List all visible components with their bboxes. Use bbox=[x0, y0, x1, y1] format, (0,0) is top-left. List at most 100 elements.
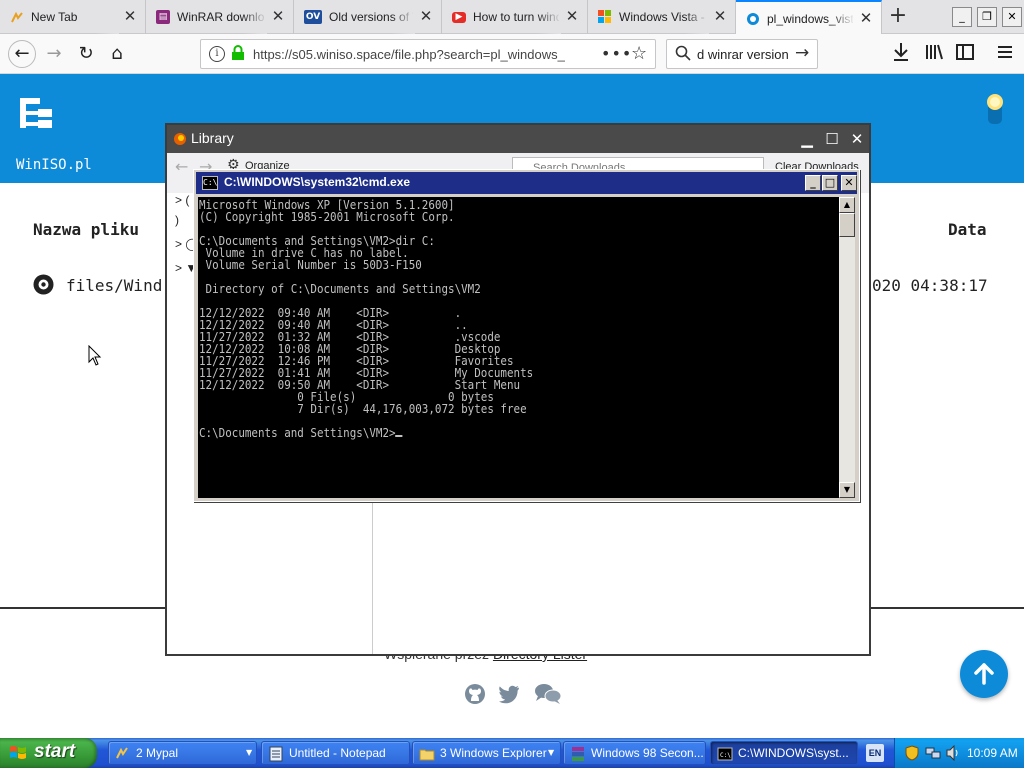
youtube-icon: ▶ bbox=[452, 11, 466, 23]
cmd-title-bar[interactable]: C:\ C:\WINDOWS\system32\cmd.exe _ □ ✕ bbox=[196, 172, 857, 194]
console-line: 7 Dir(s) 44,176,003,072 bytes free bbox=[199, 402, 527, 416]
expand-arrow-icon[interactable]: > bbox=[175, 261, 182, 275]
library-icon[interactable] bbox=[925, 43, 943, 64]
library-close-button[interactable]: ✕ bbox=[847, 129, 867, 149]
firefox-tab-icon bbox=[10, 10, 24, 24]
github-icon[interactable] bbox=[463, 682, 487, 706]
console-text: Microsoft Windows XP [Version 5.1.2600](… bbox=[199, 199, 533, 439]
tab-windows-vista[interactable]: Windows Vista - W ✕ bbox=[588, 0, 736, 34]
cmd-close-button[interactable]: ✕ bbox=[841, 175, 857, 191]
clock[interactable]: 10:09 AM bbox=[967, 746, 1018, 760]
sidebar-icon[interactable] bbox=[956, 44, 974, 63]
column-header-name[interactable]: Nazwa pliku bbox=[33, 220, 139, 239]
winrar-icon: ▤ bbox=[156, 10, 170, 24]
taskbar-button-explorer[interactable]: 3 Windows Explorer ▼ bbox=[412, 741, 561, 765]
tab-new-tab[interactable]: New Tab ✕ bbox=[0, 0, 146, 34]
console-line: C:\Documents and Settings\VM2> bbox=[199, 427, 533, 439]
taskbar-button-cmd[interactable]: C:\ C:\WINDOWS\syst... bbox=[710, 741, 858, 765]
lightbulb-icon[interactable] bbox=[984, 92, 1006, 126]
home-icon[interactable]: ⌂ bbox=[105, 42, 129, 66]
console-line: Directory of C:\Documents and Settings\V… bbox=[199, 282, 481, 296]
folder-icon bbox=[419, 749, 435, 761]
library-title: Library bbox=[191, 130, 234, 146]
file-link[interactable]: files/Wind bbox=[66, 276, 162, 295]
scroll-to-top-button[interactable] bbox=[960, 650, 1008, 698]
cmd-window: C:\ C:\WINDOWS\system32\cmd.exe _ □ ✕ Mi… bbox=[193, 169, 860, 502]
disc-icon bbox=[33, 274, 54, 295]
close-tab-icon[interactable]: ✕ bbox=[271, 9, 285, 24]
star-icon[interactable]: ☆ bbox=[631, 43, 647, 64]
cmd-maximize-button[interactable]: □ bbox=[822, 175, 838, 191]
arrow-up-icon bbox=[974, 663, 994, 685]
close-tab-icon[interactable]: ✕ bbox=[123, 9, 137, 24]
library-back-icon[interactable]: ← bbox=[175, 157, 188, 176]
console-line: (C) Copyright 1985-2001 Microsoft Corp. bbox=[199, 210, 455, 224]
system-tray: 10:09 AM bbox=[894, 738, 1024, 768]
expand-arrow-icon[interactable]: > bbox=[175, 193, 182, 207]
forward-icon[interactable]: → bbox=[42, 42, 66, 66]
lock-icon[interactable] bbox=[231, 45, 245, 64]
expand-arrow-icon[interactable]: > bbox=[175, 237, 182, 251]
minimize-button[interactable]: _ bbox=[952, 7, 972, 27]
site-name-link[interactable]: WinISO.pl bbox=[16, 157, 92, 173]
scroll-thumb[interactable] bbox=[839, 213, 855, 237]
library-app-icon bbox=[173, 132, 187, 149]
mypal-icon bbox=[116, 747, 128, 759]
taskbar-button-win98[interactable]: Windows 98 Secon... bbox=[563, 741, 706, 765]
column-header-date[interactable]: Data bbox=[948, 220, 987, 239]
windows-icon bbox=[598, 10, 612, 24]
more-icon[interactable]: ••• bbox=[601, 44, 632, 63]
close-tab-icon[interactable]: ✕ bbox=[565, 9, 579, 24]
url-text[interactable]: https://s05.winiso.space/file.php?search… bbox=[253, 47, 593, 62]
go-arrow-icon[interactable]: → bbox=[795, 43, 809, 63]
console-cursor bbox=[395, 435, 403, 437]
info-icon[interactable]: i bbox=[209, 46, 225, 62]
search-bar[interactable]: d winrar version → bbox=[666, 39, 818, 69]
search-input[interactable]: d winrar version bbox=[697, 47, 797, 62]
browser-tab-strip: New Tab ✕ ▤ WinRAR download ✕ OV Old ver… bbox=[0, 0, 1024, 35]
windows-taskbar: start 2 Mypal ▼ Untitled - Notepad 3 Win… bbox=[0, 738, 1024, 768]
winrar-icon bbox=[572, 747, 584, 761]
menu-icon[interactable] bbox=[996, 44, 1014, 63]
console-output[interactable]: Microsoft Windows XP [Version 5.1.2600](… bbox=[198, 197, 839, 498]
download-icon[interactable] bbox=[892, 42, 910, 65]
address-bar[interactable]: i https://s05.winiso.space/file.php?sear… bbox=[200, 39, 656, 69]
language-indicator[interactable]: EN bbox=[866, 744, 884, 762]
reload-icon[interactable]: ↻ bbox=[74, 42, 98, 66]
security-shield-icon[interactable] bbox=[905, 745, 919, 761]
twitter-icon[interactable] bbox=[497, 682, 521, 706]
taskbar-button-label: 2 Mypal bbox=[136, 746, 179, 760]
close-tab-icon[interactable]: ✕ bbox=[713, 9, 727, 24]
console-scrollbar[interactable]: ▲ ▼ bbox=[839, 197, 855, 498]
file-date: 020 04:38:17 bbox=[872, 276, 988, 295]
site-logo-icon[interactable] bbox=[18, 94, 54, 130]
tab-winrar[interactable]: ▤ WinRAR download ✕ bbox=[146, 0, 294, 34]
close-tab-icon[interactable]: ✕ bbox=[419, 9, 433, 24]
back-icon[interactable]: ← bbox=[8, 40, 36, 68]
taskbar-button-mypal[interactable]: 2 Mypal ▼ bbox=[108, 741, 257, 765]
tab-winiso-active[interactable]: pl_windows_vista_ ✕ bbox=[736, 0, 882, 35]
navigation-toolbar: ← → ↻ ⌂ i https://s05.winiso.space/file.… bbox=[0, 34, 1024, 74]
scroll-down-button[interactable]: ▼ bbox=[839, 482, 855, 498]
chat-icon[interactable] bbox=[534, 682, 562, 706]
library-maximize-button[interactable]: ☐ bbox=[822, 129, 842, 149]
start-button[interactable]: start bbox=[0, 738, 97, 768]
network-icon[interactable] bbox=[925, 746, 941, 760]
group-arrow-icon: ▼ bbox=[246, 748, 253, 757]
cmd-minimize-button[interactable]: _ bbox=[805, 175, 821, 191]
close-tab-icon[interactable]: ✕ bbox=[859, 11, 873, 26]
cmd-icon: C:\ bbox=[717, 747, 733, 761]
close-button[interactable]: ✕ bbox=[1002, 7, 1022, 27]
library-title-bar[interactable]: Library ▁ ☐ ✕ bbox=[167, 125, 869, 153]
restore-button[interactable]: ❐ bbox=[977, 7, 997, 27]
scroll-up-button[interactable]: ▲ bbox=[839, 197, 855, 213]
oldversion-icon: OV bbox=[304, 10, 322, 24]
cmd-app-icon: C:\ bbox=[202, 176, 218, 190]
tab-oldversion[interactable]: OV Old versions of W ✕ bbox=[294, 0, 442, 34]
volume-icon[interactable] bbox=[946, 745, 960, 761]
library-minimize-button[interactable]: ▁ bbox=[797, 129, 817, 149]
start-label: start bbox=[34, 741, 76, 762]
tab-youtube[interactable]: ▶ How to turn windo ✕ bbox=[442, 0, 588, 34]
new-tab-button[interactable]: + bbox=[886, 5, 910, 29]
taskbar-button-notepad[interactable]: Untitled - Notepad bbox=[261, 741, 410, 765]
